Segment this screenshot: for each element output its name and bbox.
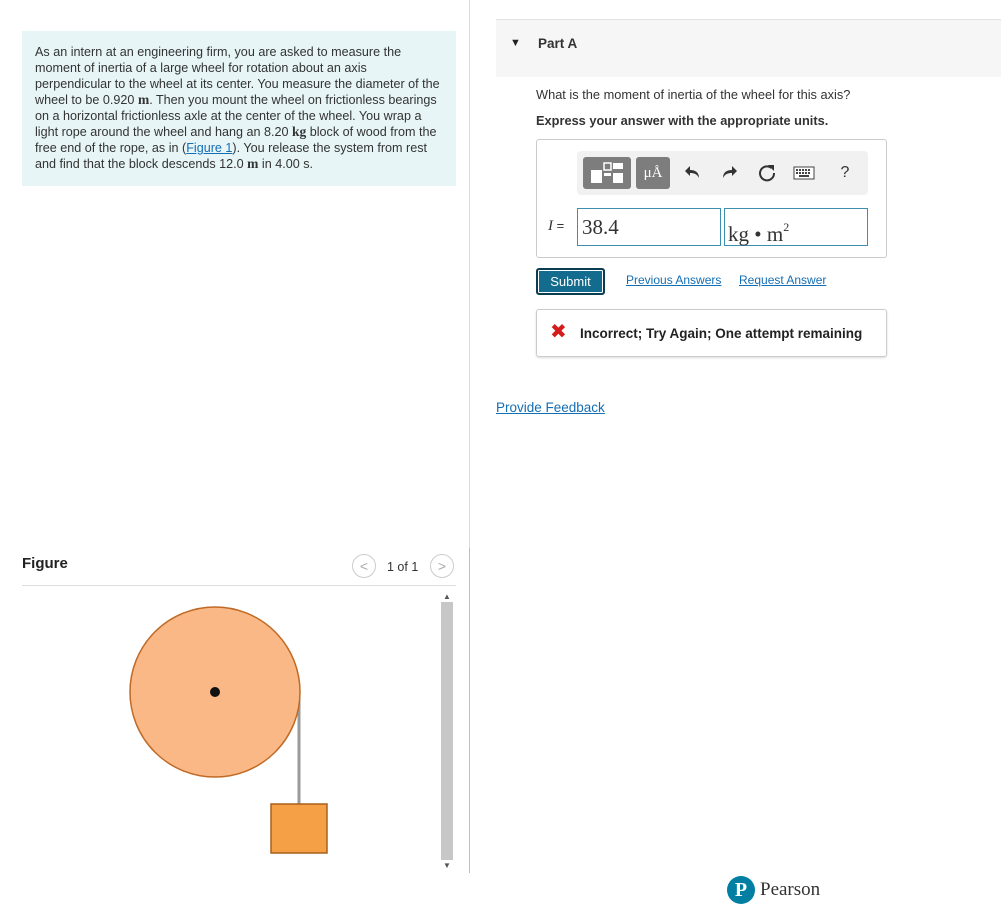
request-answer-link[interactable]: Request Answer [739,273,826,287]
provide-feedback-link[interactable]: Provide Feedback [496,400,605,415]
figure-canvas [22,588,437,873]
diameter-value: 0.920 [102,93,135,107]
problem-text-6: . [309,157,314,171]
unit-meters: m [137,92,150,107]
wood-block [270,803,328,854]
figure-header: Figure < 1 of 1 > [22,552,456,586]
units-exponent: 2 [783,220,790,234]
figure-scrollbar[interactable]: ▲ ▼ [439,588,455,873]
column-divider-lower [469,548,470,873]
column-divider [469,0,470,548]
units-icon: μÅ [643,164,663,181]
figure-title: Figure [22,555,68,572]
collapse-caret-icon[interactable]: ▼ [510,37,521,49]
variable-label: I = [548,218,564,235]
figure-counter: 1 of 1 [387,560,419,574]
pearson-logo-icon: P [727,876,755,904]
redo-icon [723,166,737,178]
scroll-up-arrow-icon[interactable]: ▲ [439,590,455,602]
figure-next-button[interactable]: > [430,554,454,578]
equals-sign: = [553,218,565,233]
help-icon: ? [840,164,850,181]
submit-button[interactable]: Submit [536,268,605,295]
templates-icon [591,162,623,183]
figure-prev-button[interactable]: < [352,554,376,578]
wheel-block-diagram [129,606,328,854]
problem-text-5: in [258,157,276,171]
problem-statement: As an intern at an engineering firm, you… [22,31,456,186]
answer-units-input[interactable]: kg • m2 [724,208,868,246]
part-header[interactable]: ▼ Part A [496,19,1001,77]
unit-kilograms: kg [291,124,307,139]
math-toolbar: μÅ ? [577,151,868,195]
axle-dot [210,687,220,697]
mass-value: 8.20 [263,125,289,139]
units-button[interactable]: μÅ [636,157,670,189]
chevron-left-icon: < [359,558,369,574]
pearson-brand: P Pearson [727,875,820,905]
part-title: Part A [538,36,578,51]
undo-icon [685,166,699,178]
scrollbar-thumb[interactable] [441,602,453,860]
units-base: kg • m [728,222,784,246]
answer-value-input[interactable]: 38.4 [577,208,721,246]
help-button[interactable]: ? [833,161,857,185]
unit-meters-2: m [247,156,259,171]
question-text: What is the moment of inertia of the whe… [536,87,851,102]
feedback-message: Incorrect; Try Again; One attempt remain… [580,326,863,341]
undo-button[interactable] [681,161,705,185]
scroll-down-arrow-icon[interactable]: ▼ [439,859,455,871]
time-value: 4.00 s [275,157,310,171]
feedback-box: ✖ Incorrect; Try Again; One attempt rema… [536,309,887,357]
pearson-wordmark: Pearson [760,879,821,900]
x-icon: ✖ [550,321,567,343]
keyboard-icon [793,166,815,180]
chevron-right-icon: > [437,558,447,574]
previous-answers-link[interactable]: Previous Answers [626,273,721,287]
distance-value: 12.0 [219,157,244,171]
reset-button[interactable] [755,161,779,185]
answer-box: μÅ ? I = 38.4 kg • m2 [536,139,887,258]
templates-button[interactable] [583,157,631,189]
figure-link[interactable]: Figure 1 [186,141,232,155]
redo-button[interactable] [717,161,741,185]
keyboard-button[interactable] [792,161,816,185]
reset-icon [759,165,776,182]
instruction-text: Express your answer with the appropriate… [536,113,829,128]
